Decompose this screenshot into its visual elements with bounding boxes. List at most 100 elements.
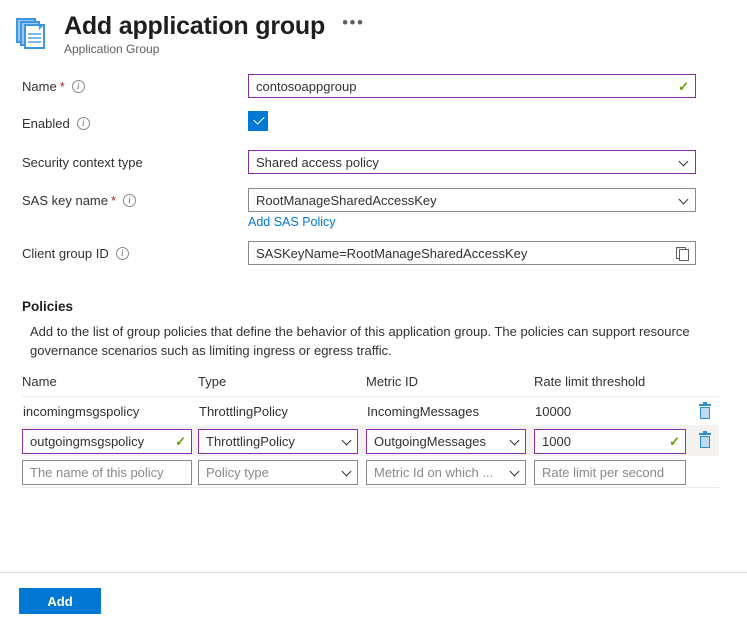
label-client-group-id: Client group ID i: [0, 241, 248, 265]
chevron-down-icon: [510, 467, 520, 477]
label-sas-key-name-text: SAS key name: [22, 193, 108, 208]
new-policy-type-select[interactable]: Policy type: [198, 460, 358, 485]
policies-section: Policies Add to the list of group polici…: [0, 299, 747, 488]
table-row[interactable]: incomingmsgspolicy ThrottlingPolicy Inco…: [22, 397, 719, 425]
blade-header: Add application group ••• Application Gr…: [0, 0, 747, 62]
info-icon-sas-key-name[interactable]: i: [123, 194, 136, 207]
cell-policy-metric-id: IncomingMessages: [366, 404, 534, 419]
column-header-type: Type: [198, 374, 366, 389]
control-client-group-id: SASKeyName=RootManageSharedAccessKey: [248, 241, 696, 265]
cell-policy-name: incomingmsgspolicy: [22, 404, 198, 419]
chevron-down-icon: [510, 436, 520, 446]
policies-section-title: Policies: [0, 299, 747, 314]
more-options-icon[interactable]: •••: [339, 14, 367, 36]
label-sas-key-name: SAS key name * i: [0, 188, 248, 212]
column-header-actions: [694, 374, 719, 389]
info-icon-name[interactable]: i: [72, 80, 85, 93]
copy-icon[interactable]: [676, 247, 689, 260]
control-name: contosoappgroup ✓: [248, 74, 696, 98]
valid-check-icon: ✓: [175, 435, 186, 448]
label-security-context-type: Security context type: [0, 150, 248, 174]
client-group-id-value: SASKeyName=RootManageSharedAccessKey: [256, 246, 672, 261]
application-group-form: Name * i contosoappgroup ✓ Enabled i Sec…: [0, 62, 747, 265]
field-row-client-group-id: Client group ID i SASKeyName=RootManageS…: [0, 241, 747, 265]
new-policy-type-placeholder: Policy type: [206, 465, 338, 480]
required-marker-name: *: [60, 79, 65, 94]
policy-rate-limit-value: 1000: [542, 434, 665, 449]
trash-icon[interactable]: [698, 404, 712, 420]
column-header-name: Name: [22, 374, 198, 389]
sas-key-name-value: RootManageSharedAccessKey: [256, 193, 675, 208]
label-security-context-type-text: Security context type: [22, 155, 143, 170]
name-input-value: contosoappgroup: [256, 79, 674, 94]
column-header-metric-id: Metric ID: [366, 374, 534, 389]
policy-type-value: ThrottlingPolicy: [206, 434, 338, 449]
page-title: Add application group: [64, 12, 325, 40]
documents-stack-icon: [16, 16, 50, 50]
column-header-rate-limit-threshold: Rate limit threshold: [534, 374, 694, 389]
policy-rate-limit-input[interactable]: 1000 ✓: [534, 429, 686, 454]
table-row[interactable]: outgoingmsgspolicy ✓ ThrottlingPolicy Ou…: [22, 425, 719, 456]
label-name: Name * i: [0, 74, 248, 98]
policies-table: Name Type Metric ID Rate limit threshold…: [22, 374, 719, 488]
cell-new-policy-metric-id: Metric Id on which ...: [366, 460, 534, 485]
policy-name-input[interactable]: outgoingmsgspolicy ✓: [22, 429, 192, 454]
info-icon-client-group-id[interactable]: i: [116, 247, 129, 260]
new-policy-rate-limit-input[interactable]: Rate limit per second: [534, 460, 686, 485]
new-policy-rate-limit-placeholder: Rate limit per second: [542, 465, 680, 480]
control-security-context-type: Shared access policy: [248, 150, 696, 174]
chevron-down-icon: [342, 436, 352, 446]
valid-check-icon: ✓: [678, 80, 689, 93]
cell-policy-metric-id: OutgoingMessages: [366, 429, 534, 454]
policy-name-value: outgoingmsgspolicy: [30, 434, 171, 449]
enabled-checkbox[interactable]: [248, 111, 268, 131]
cell-actions: [694, 404, 719, 420]
policy-metric-id-select[interactable]: OutgoingMessages: [366, 429, 526, 454]
label-name-text: Name: [22, 79, 57, 94]
policies-table-header: Name Type Metric ID Rate limit threshold: [22, 374, 719, 397]
field-row-security-context-type: Security context type Shared access poli…: [0, 150, 747, 174]
new-policy-metric-id-placeholder: Metric Id on which ...: [374, 465, 506, 480]
control-enabled: [248, 111, 696, 131]
table-row-new[interactable]: The name of this policy Policy type Metr…: [22, 456, 719, 488]
security-context-type-select[interactable]: Shared access policy: [248, 150, 696, 174]
chevron-down-icon: [342, 467, 352, 477]
client-group-id-input[interactable]: SASKeyName=RootManageSharedAccessKey: [248, 241, 696, 265]
cell-policy-name: outgoingmsgspolicy ✓: [22, 429, 198, 454]
new-policy-metric-id-select[interactable]: Metric Id on which ...: [366, 460, 526, 485]
policies-description: Add to the list of group policies that d…: [0, 322, 700, 360]
cell-new-policy-name: The name of this policy: [22, 460, 198, 485]
chevron-down-icon: [679, 195, 689, 205]
cell-new-policy-rate-limit: Rate limit per second: [534, 460, 694, 485]
control-sas-key-name: RootManageSharedAccessKey Add SAS Policy: [248, 188, 696, 229]
policy-metric-id-value: OutgoingMessages: [374, 434, 506, 449]
trash-icon[interactable]: [698, 433, 712, 449]
add-sas-policy-link[interactable]: Add SAS Policy: [248, 215, 336, 229]
policy-type-select[interactable]: ThrottlingPolicy: [198, 429, 358, 454]
add-button[interactable]: Add: [19, 588, 101, 614]
field-row-name: Name * i contosoappgroup ✓: [0, 74, 747, 98]
sas-key-name-select[interactable]: RootManageSharedAccessKey: [248, 188, 696, 212]
page-subtitle: Application Group: [64, 42, 367, 56]
cell-policy-rate-limit: 1000 ✓: [534, 429, 694, 454]
field-row-enabled: Enabled i: [0, 111, 747, 135]
new-policy-name-placeholder: The name of this policy: [30, 465, 186, 480]
cell-new-policy-type: Policy type: [198, 460, 366, 485]
valid-check-icon: ✓: [669, 435, 680, 448]
cell-policy-type: ThrottlingPolicy: [198, 404, 366, 419]
security-context-type-value: Shared access policy: [256, 155, 675, 170]
blade-footer: Add: [0, 572, 747, 634]
cell-policy-rate-limit: 10000: [534, 404, 694, 419]
info-icon-enabled[interactable]: i: [77, 117, 90, 130]
new-policy-name-input[interactable]: The name of this policy: [22, 460, 192, 485]
label-enabled-text: Enabled: [22, 116, 70, 131]
label-client-group-id-text: Client group ID: [22, 246, 109, 261]
name-input[interactable]: contosoappgroup ✓: [248, 74, 696, 98]
cell-actions: [694, 433, 719, 449]
label-enabled: Enabled i: [0, 111, 248, 135]
title-block: Add application group ••• Application Gr…: [64, 12, 367, 56]
chevron-down-icon: [679, 157, 689, 167]
field-row-sas-key-name: SAS key name * i RootManageSharedAccessK…: [0, 188, 747, 229]
cell-policy-type: ThrottlingPolicy: [198, 429, 366, 454]
required-marker-sas-key-name: *: [111, 193, 116, 208]
